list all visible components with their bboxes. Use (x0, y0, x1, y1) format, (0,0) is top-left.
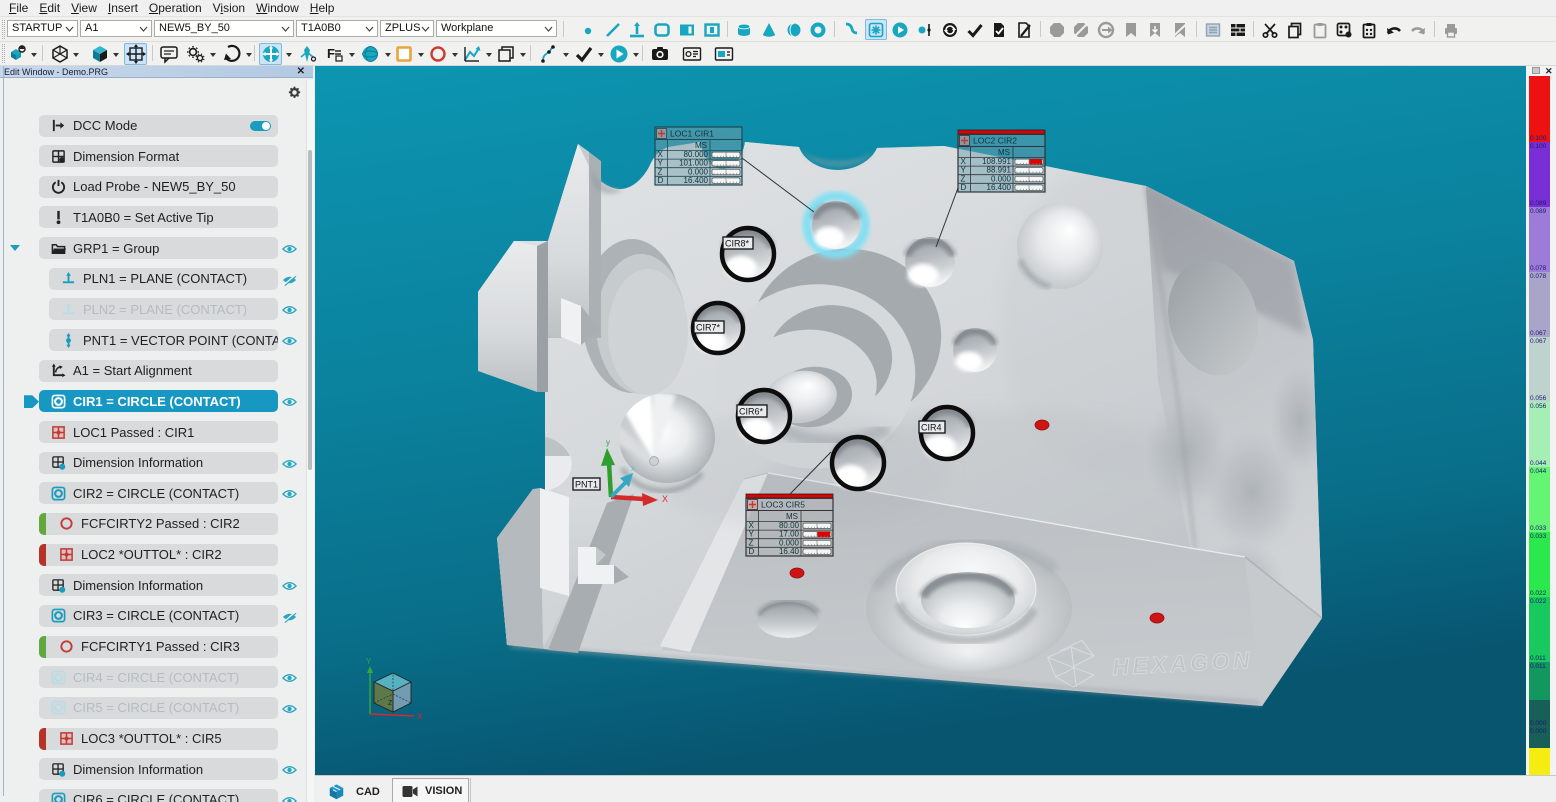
svg-text:MS: MS (998, 148, 1010, 157)
svg-text:D: D (658, 176, 664, 185)
svg-text:CIR8*: CIR8* (725, 239, 750, 249)
svg-text:y: y (606, 438, 610, 447)
svg-text:LOC2 CIR2: LOC2 CIR2 (973, 136, 1017, 146)
svg-text:CIR7*: CIR7* (696, 323, 721, 333)
svg-text:CIR4: CIR4 (921, 423, 942, 433)
svg-text:16.400: 16.400 (987, 183, 1012, 192)
svg-text:16.40: 16.40 (779, 547, 800, 556)
svg-text:X: X (662, 494, 668, 504)
svg-text:LOC3 CIR5: LOC3 CIR5 (761, 500, 805, 510)
svg-text:16.400: 16.400 (684, 176, 709, 185)
svg-text:LOC1 CIR1: LOC1 CIR1 (670, 129, 714, 139)
svg-text:x: x (631, 464, 635, 473)
svg-text:D: D (749, 547, 755, 556)
svg-text:CIR6*: CIR6* (739, 407, 764, 417)
svg-text:Y: Y (366, 657, 372, 666)
svg-text:Z: Z (388, 700, 393, 707)
svg-text:MS: MS (695, 141, 707, 150)
svg-text:X: X (417, 712, 423, 721)
svg-text:F: F (327, 46, 335, 61)
svg-text:PNT1: PNT1 (575, 480, 598, 490)
svg-text:D: D (961, 183, 967, 192)
svg-text:MS: MS (786, 512, 798, 521)
